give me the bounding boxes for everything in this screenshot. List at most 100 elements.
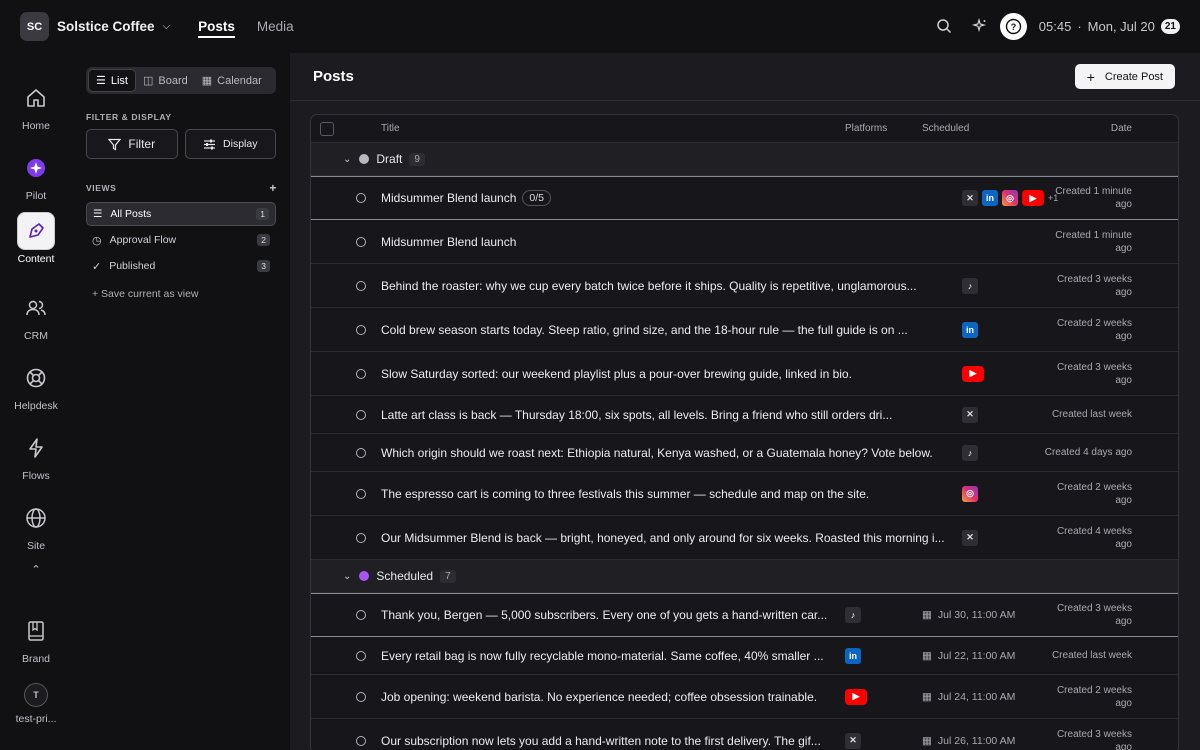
help-icon[interactable]: ?: [999, 12, 1027, 40]
rail-item-site[interactable]: Site: [0, 499, 72, 552]
post-title[interactable]: Our subscription now lets you add a hand…: [381, 734, 821, 748]
rail-item-home[interactable]: Home: [0, 79, 72, 132]
display-button[interactable]: Display: [184, 129, 276, 159]
tab-board[interactable]: ◫ Board: [136, 69, 195, 92]
group-draft[interactable]: ⌄ Draft 9: [311, 143, 1178, 176]
tab-calendar-label: Calendar: [217, 74, 262, 87]
display-label: Display: [223, 138, 258, 150]
status-circle-icon[interactable]: [356, 280, 366, 291]
col-title[interactable]: Title: [381, 123, 400, 134]
rail-label: Helpdesk: [14, 400, 58, 412]
chevron-down-icon[interactable]: ⌄: [343, 154, 351, 165]
table-row[interactable]: Latte art class is back — Thursday 18:00…: [311, 396, 1178, 434]
rail-item-crm[interactable]: CRM: [0, 289, 72, 342]
workspace-name[interactable]: Solstice Coffee: [57, 19, 155, 34]
col-date[interactable]: Date: [1111, 123, 1132, 134]
clock-icon[interactable]: [356, 691, 366, 702]
post-title[interactable]: Midsummer Blend launch: [381, 235, 516, 249]
group-label: Draft: [376, 152, 403, 166]
rail-item-brand[interactable]: Brand: [0, 612, 72, 665]
filter-button[interactable]: Filter: [86, 129, 178, 159]
group-count: 7: [440, 569, 456, 583]
clock-icon[interactable]: [356, 650, 366, 661]
post-title[interactable]: Behind the roaster: why we cup every bat…: [381, 279, 917, 293]
search-icon[interactable]: [930, 12, 958, 40]
col-scheduled[interactable]: Scheduled: [922, 123, 969, 134]
chevron-down-icon[interactable]: ⌄: [343, 571, 351, 582]
view-approval-flow[interactable]: ◷ Approval Flow 2: [86, 228, 276, 252]
col-platforms[interactable]: Platforms: [845, 123, 887, 134]
table-row[interactable]: Our subscription now lets you add a hand…: [311, 719, 1178, 750]
status-circle-icon[interactable]: [356, 368, 366, 379]
post-title[interactable]: Our Midsummer Blend is back — bright, ho…: [381, 531, 945, 545]
save-view-link[interactable]: + Save current as view: [86, 288, 276, 300]
x-icon: ✕: [845, 732, 861, 749]
platform-icons: ▶: [845, 688, 867, 705]
post-title[interactable]: Slow Saturday sorted: our weekend playli…: [381, 367, 852, 381]
x-icon: ✕: [962, 190, 978, 206]
scheduled-cell: ▦ Jul 30, 11:00 AM: [922, 609, 1015, 621]
table-row[interactable]: The espresso cart is coming to three fes…: [311, 472, 1178, 516]
rail-item-content[interactable]: Content: [0, 212, 72, 265]
group-label: Scheduled: [376, 569, 434, 583]
workspace-avatar[interactable]: SC: [20, 12, 49, 41]
platform-icons: ✕: [962, 529, 978, 546]
status-circle-icon[interactable]: [356, 236, 366, 247]
post-title[interactable]: Every retail bag is now fully recyclable…: [381, 649, 824, 663]
status-circle-icon[interactable]: [356, 324, 366, 335]
post-title[interactable]: Latte art class is back — Thursday 18:00…: [381, 408, 892, 422]
tab-list[interactable]: ☰ List: [88, 69, 136, 92]
post-title[interactable]: Thank you, Bergen — 5,000 subscribers. E…: [381, 608, 827, 622]
tab-media[interactable]: Media: [257, 15, 294, 38]
title-cell: Every retail bag is now fully recyclable…: [381, 649, 824, 663]
post-title[interactable]: Which origin should we roast next: Ethio…: [381, 446, 933, 460]
table-row[interactable]: Every retail bag is now fully recyclable…: [311, 637, 1178, 675]
table-row[interactable]: Thank you, Bergen — 5,000 subscribers. E…: [311, 593, 1178, 637]
post-title[interactable]: Midsummer Blend launch: [381, 191, 516, 205]
table-row[interactable]: Cold brew season starts today. Steep rat…: [311, 308, 1178, 352]
tiktok-icon: ♪: [962, 277, 978, 294]
table-header: Title Platforms Scheduled Date: [311, 115, 1178, 143]
table-row[interactable]: Slow Saturday sorted: our weekend playli…: [311, 352, 1178, 396]
table-row[interactable]: Behind the roaster: why we cup every bat…: [311, 264, 1178, 308]
chevron-down-icon[interactable]: ⌵: [163, 21, 171, 32]
sparkle-icon[interactable]: [966, 12, 994, 40]
view-published[interactable]: ✓ Published 3: [86, 254, 276, 278]
tiktok-icon: ♪: [962, 444, 978, 461]
calendar-icon: ▦: [922, 609, 932, 621]
status-circle-icon[interactable]: [356, 447, 366, 458]
users-icon: [17, 289, 55, 327]
view-label: All Posts: [110, 208, 152, 220]
title-cell: The espresso cart is coming to three fes…: [381, 487, 869, 501]
tab-posts[interactable]: Posts: [198, 15, 235, 38]
tab-calendar[interactable]: ▦ Calendar: [195, 69, 269, 92]
table-row[interactable]: Which origin should we roast next: Ethio…: [311, 434, 1178, 472]
date-badge[interactable]: 21: [1160, 18, 1180, 34]
user-menu[interactable]: T test-pri...: [0, 683, 72, 725]
table-row[interactable]: Midsummer Blend launch Created 1 minute a…: [311, 220, 1178, 264]
rail-item-pilot[interactable]: Pilot: [0, 149, 72, 202]
collapse-toggle[interactable]: ⌃: [0, 563, 72, 576]
group-scheduled[interactable]: ⌄ Scheduled 7: [311, 560, 1178, 593]
table-row[interactable]: Our Midsummer Blend is back — bright, ho…: [311, 516, 1178, 560]
status-circle-icon[interactable]: [356, 193, 366, 203]
post-title[interactable]: Job opening: weekend barista. No experie…: [381, 690, 817, 704]
clock-icon[interactable]: [356, 610, 366, 620]
platform-icons: ♪: [962, 444, 978, 461]
add-view-button[interactable]: +: [269, 181, 277, 195]
clock-icon[interactable]: [356, 735, 366, 746]
select-all-checkbox[interactable]: [320, 122, 334, 136]
status-circle-icon[interactable]: [356, 409, 366, 420]
rail-item-helpdesk[interactable]: Helpdesk: [0, 359, 72, 412]
status-circle-icon[interactable]: [356, 532, 366, 543]
view-all-posts[interactable]: ☰ All Posts 1: [86, 202, 276, 226]
status-circle-icon[interactable]: [356, 488, 366, 499]
rail-item-flows[interactable]: Flows: [0, 429, 72, 482]
post-title[interactable]: Cold brew season starts today. Steep rat…: [381, 323, 908, 337]
post-title[interactable]: The espresso cart is coming to three fes…: [381, 487, 869, 501]
board-icon: ◫: [143, 75, 154, 87]
create-post-button[interactable]: + Create Post: [1074, 64, 1175, 89]
list-icon: ☰: [96, 75, 106, 87]
table-row[interactable]: Midsummer Blend launch 0/5 ✕ in ◎ ▶ +1 Created …: [311, 176, 1178, 220]
table-row[interactable]: Job opening: weekend barista. No experie…: [311, 675, 1178, 719]
